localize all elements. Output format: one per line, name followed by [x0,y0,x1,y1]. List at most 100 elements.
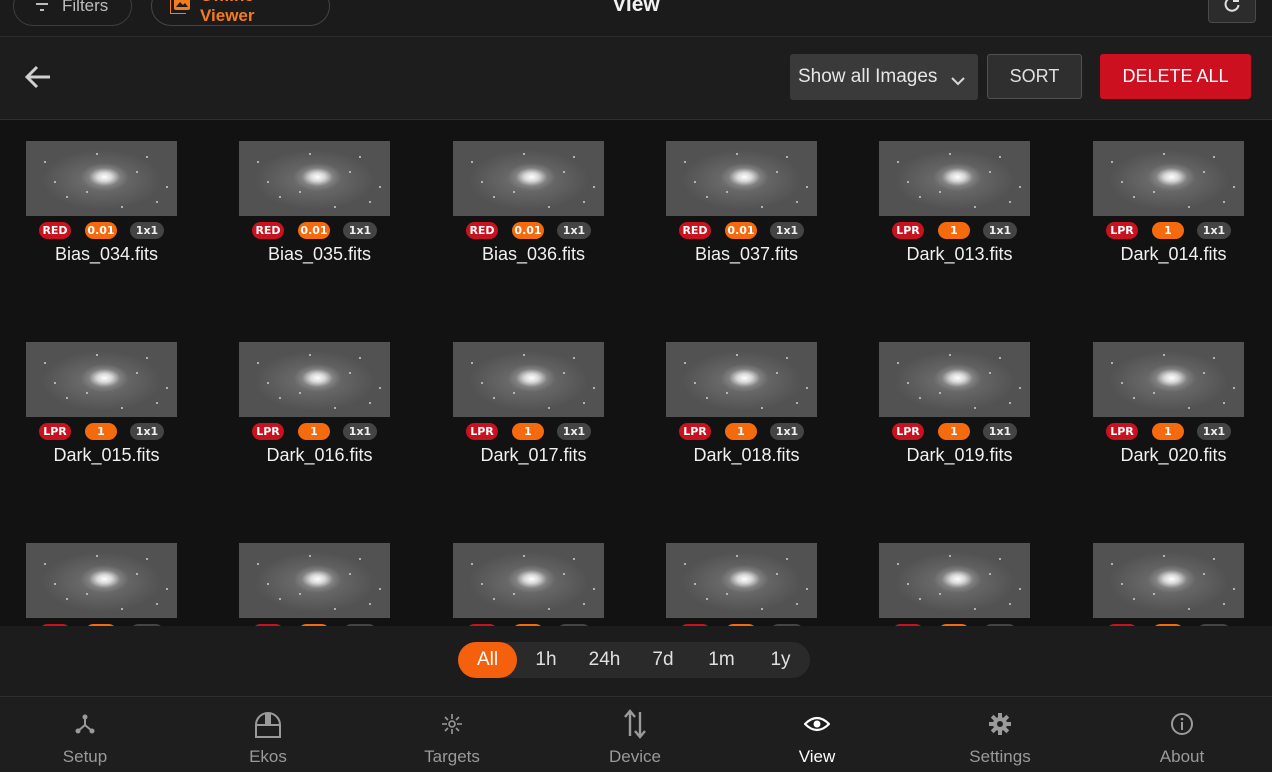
image-badges: RED 0.01 1x1 [666,222,817,240]
star-dot [379,387,381,389]
image-filename: Dark_016.fits [266,445,373,465]
image-thumbnail[interactable] [453,342,604,417]
image-card[interactable] [453,543,653,626]
star-dot [379,186,381,188]
nav-label: Ekos [249,747,287,766]
image-filename: Dark_013.fits [906,244,1013,264]
nav-item-settings[interactable]: Settings [940,697,1060,772]
image-filename: Dark_018.fits [693,445,800,465]
image-filter-select[interactable]: Show all Images [790,54,978,100]
image-card[interactable] [1093,543,1272,626]
sort-button[interactable]: SORT [987,54,1082,99]
star-dot [563,372,565,374]
nav-item-targets[interactable]: Targets [392,697,512,772]
image-card[interactable]: LPR 1 1x1 Dark_018.fits [666,342,866,502]
back-button[interactable] [20,61,56,97]
image-card[interactable]: RED 0.01 1x1 Bias_037.fits [666,141,866,301]
star-dot [736,555,738,557]
image-card[interactable] [26,543,226,626]
image-thumbnail[interactable] [1093,543,1244,618]
image-thumbnail[interactable] [666,141,817,216]
image-thumbnail[interactable] [879,342,1030,417]
refresh-button[interactable] [1208,0,1256,23]
image-thumbnail[interactable] [26,141,177,216]
time-filter-1m[interactable]: 1m [692,642,751,678]
star-dot [726,191,728,193]
star-dot [949,354,951,356]
nav-item-view[interactable]: View [757,697,877,772]
binning-badge: 1x1 [1197,222,1231,239]
star-dot [86,392,88,394]
image-card[interactable]: RED 0.01 1x1 Bias_036.fits [453,141,653,301]
image-thumbnail[interactable] [666,543,817,618]
star-dot [1121,382,1123,384]
star-dot [1019,387,1021,389]
image-filter-value: Show all Images [798,66,938,87]
exposure-badge: 0.01 [298,222,330,239]
image-thumbnail[interactable] [879,543,1030,618]
nav-item-ekos[interactable]: Ekos [208,697,328,772]
star-dot [999,357,1001,359]
image-thumbnail[interactable] [26,342,177,417]
star-dot [96,153,98,155]
image-card[interactable]: LPR 1 1x1 Dark_013.fits [879,141,1079,301]
image-thumbnail[interactable] [879,141,1030,216]
star-dot [1213,558,1215,560]
image-thumbnail[interactable] [239,543,390,618]
image-filename: Dark_020.fits [1120,445,1227,465]
star-dot [593,588,595,590]
star-dot [86,191,88,193]
star-dot [513,593,515,595]
image-thumbnail[interactable] [239,342,390,417]
time-filter-1h[interactable]: 1h [517,642,575,678]
nav-item-device[interactable]: Device [575,697,695,772]
image-card[interactable]: RED 0.01 1x1 Bias_034.fits [26,141,226,301]
image-card[interactable]: LPR 1 1x1 Dark_019.fits [879,342,1079,502]
star-dot [919,598,921,600]
star-dot [1188,407,1190,409]
binning-badge: 1x1 [770,423,804,440]
time-filter-1y[interactable]: 1y [751,642,810,678]
image-filename: Dark_014.fits [1120,244,1227,264]
binning-badge: 1x1 [130,423,164,440]
filter-badge: LPR [1106,423,1138,440]
image-thumbnail[interactable] [239,141,390,216]
image-card[interactable] [666,543,866,626]
nav-item-setup[interactable]: Setup [25,697,145,772]
image-thumbnail[interactable] [453,141,604,216]
binning-badge: 1x1 [770,222,804,239]
filter-badge: LPR [39,423,71,440]
delete-all-button[interactable]: DELETE ALL [1100,54,1251,99]
image-thumbnail[interactable] [1093,342,1244,417]
star-dot [706,598,708,600]
exposure-badge: 0.01 [85,222,117,239]
image-thumbnail[interactable] [453,543,604,618]
star-dot [166,387,168,389]
image-thumbnail[interactable] [666,342,817,417]
nav-item-about[interactable]: About [1122,697,1242,772]
time-filter-7d[interactable]: 7d [634,642,692,678]
image-card[interactable]: LPR 1 1x1 Dark_016.fits [239,342,439,502]
star-dot [1133,598,1135,600]
exposure-badge: 1 [938,222,970,239]
time-filter-all[interactable]: All [458,642,517,678]
star-dot [583,402,585,404]
image-thumbnail[interactable] [1093,141,1244,216]
time-filter-24h[interactable]: 24h [575,642,634,678]
image-card[interactable] [239,543,439,626]
image-card[interactable]: LPR 1 1x1 Dark_017.fits [453,342,653,502]
image-card[interactable]: LPR 1 1x1 Dark_015.fits [26,342,226,502]
image-card[interactable]: RED 0.01 1x1 Bias_035.fits [239,141,439,301]
image-card[interactable]: LPR 1 1x1 Dark_020.fits [1093,342,1272,502]
star-dot [166,186,168,188]
star-dot [299,191,301,193]
star-dot [54,583,56,585]
star-dot [776,573,778,575]
eye-icon [802,709,832,739]
star-dot [1153,392,1155,394]
image-badges: LPR 1 1x1 [666,423,817,441]
star-dot [907,181,909,183]
image-thumbnail[interactable] [26,543,177,618]
image-card[interactable]: LPR 1 1x1 Dark_014.fits [1093,141,1272,301]
image-card[interactable] [879,543,1079,626]
